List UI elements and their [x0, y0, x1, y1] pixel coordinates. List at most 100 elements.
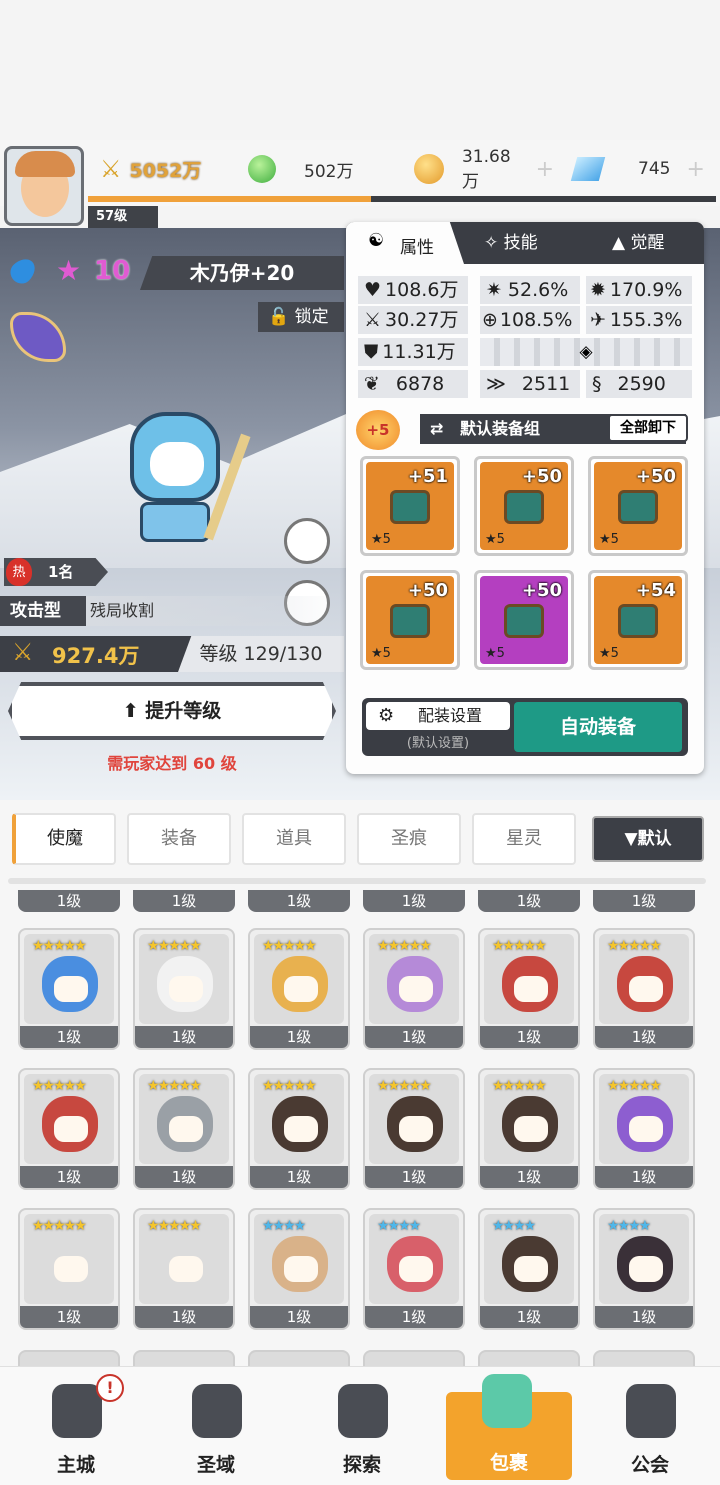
equip-level: +54	[635, 580, 676, 601]
coin2-display[interactable]: 31.68万 +	[414, 147, 554, 192]
nav-guild-helmet[interactable]: 公会	[590, 1370, 710, 1480]
card-level: 1级	[135, 1026, 233, 1048]
pet-card[interactable]: ★★★★★ 1级	[133, 1208, 235, 1330]
crystal-gem-icon	[570, 157, 606, 181]
pet-stars: ★★★★★	[607, 938, 662, 954]
category-tab[interactable]: 道具	[242, 813, 346, 865]
pet-card[interactable]: ★★★★★ 1级	[133, 1068, 235, 1190]
pet-card[interactable]: ★★★★★ 1级	[18, 1068, 120, 1190]
tab-skills[interactable]: ✧ 技能	[484, 222, 538, 264]
pet-card[interactable]: ★★★★★ 1级	[133, 928, 235, 1050]
pet-card[interactable]: ★★★★★ 1级	[18, 1208, 120, 1330]
pet-card[interactable]: ★★★★ 1级	[248, 1208, 350, 1330]
gear-burst-icon: ✹	[590, 279, 606, 301]
bird-icon: ✈	[590, 309, 606, 331]
pet-card[interactable]: ★★★★ 1级	[363, 1208, 465, 1330]
hero-name: 木乃伊+20	[140, 256, 344, 290]
equip-slot[interactable]: +50 ★5	[474, 570, 574, 670]
nav-label: 公会	[630, 1454, 669, 1476]
pet-card-partial[interactable]	[133, 1350, 235, 1366]
pet-card[interactable]: ★★★★★ 1级	[363, 928, 465, 1050]
loadout-settings-button[interactable]: ⚙ 配装设置	[366, 702, 510, 730]
gem-display[interactable]: 745 +	[570, 148, 714, 190]
pet-portrait: ★★★★★	[254, 934, 344, 1024]
equip-level: +50	[521, 580, 562, 601]
gear-piece-icon	[390, 490, 430, 524]
pet-stars: ★★★★★	[492, 938, 547, 954]
category-tab[interactable]: 星灵	[472, 813, 576, 865]
panel-tabs: ☯ 属性 ✧ 技能 ▲ 觉醒	[346, 222, 704, 264]
attribute-icon: ☯	[368, 230, 385, 251]
equip-slot[interactable]: +50 ★5	[360, 570, 460, 670]
pet-stars: ★★★★★	[262, 938, 317, 954]
add-coin-icon[interactable]: +	[536, 157, 554, 182]
pet-card[interactable]: ★★★★★ 1级	[18, 928, 120, 1050]
equip-slot[interactable]: +54 ★5	[588, 570, 688, 670]
pet-eyes-icon	[514, 1256, 548, 1282]
card-level: 1级	[365, 1026, 463, 1048]
pet-card[interactable]: ★★★★★ 1级	[248, 928, 350, 1050]
tab-attributes[interactable]: ☯ 属性	[346, 222, 464, 264]
auto-equip-button[interactable]: 自动装备	[514, 702, 682, 752]
player-avatar[interactable]	[4, 146, 84, 226]
inventory-scrollbar[interactable]	[8, 878, 706, 884]
equip-stars: ★5	[371, 646, 391, 661]
pet-eyes-icon	[629, 1116, 663, 1142]
pet-card-partial[interactable]	[363, 1350, 465, 1366]
equip-item-icon: +50 ★5	[366, 576, 454, 664]
pet-card-partial[interactable]	[478, 1350, 580, 1366]
add-gem-icon[interactable]: +	[686, 157, 704, 182]
hot-rank-value: 1名	[48, 563, 74, 581]
equip-set-label: 默认装备组	[460, 419, 541, 438]
equip-slot[interactable]: +50 ★5	[474, 456, 574, 556]
nav-sword-stone[interactable]: 探索	[302, 1370, 422, 1480]
gear-piece-icon	[618, 604, 658, 638]
card-level: 1级	[250, 1306, 348, 1328]
lock-button[interactable]: 🔓 锁定	[258, 302, 344, 332]
pet-card[interactable]: ★★★★ 1级	[478, 1208, 580, 1330]
gear-piece-icon	[618, 490, 658, 524]
pet-card-partial[interactable]	[18, 1350, 120, 1366]
sort-default-button[interactable]: ▼默认	[592, 816, 704, 862]
xp-bar-fill	[88, 196, 371, 202]
pet-card[interactable]: ★★★★★ 1级	[593, 928, 695, 1050]
stat-crit: ✷ 52.6%	[480, 276, 580, 304]
category-tab[interactable]: 装备	[127, 813, 231, 865]
equip-slot[interactable]: +50 ★5	[588, 456, 688, 556]
card-level: 1级	[478, 890, 580, 912]
pet-card-partial[interactable]	[248, 1350, 350, 1366]
equip-slot[interactable]: +51 ★5	[360, 456, 460, 556]
pet-portrait: ★★★★★	[24, 1074, 114, 1164]
bag-icon	[482, 1374, 532, 1428]
unequip-all-button[interactable]: 全部卸下	[608, 414, 688, 442]
hero-detail-panel: ☯ 属性 ✧ 技能 ▲ 觉醒 ♥ 108.6万 ✷ 52.6% ✹ 170.9% ⚔ 3…	[346, 222, 704, 774]
pet-card[interactable]: ★★★★★ 1级	[478, 928, 580, 1050]
upgrade-level-button[interactable]: ⬆ 提升等级	[8, 682, 336, 740]
pet-card[interactable]: ★★★★★ 1级	[478, 1068, 580, 1190]
stat-atk-value: 30.27万	[385, 309, 459, 331]
pet-portrait: ★★★★★	[369, 934, 459, 1024]
pet-card[interactable]: ★★★★ 1级	[593, 1208, 695, 1330]
stat-hit-value: 108.5%	[499, 309, 573, 331]
pet-card[interactable]: ★★★★★ 1级	[593, 1068, 695, 1190]
pet-card[interactable]: ★★★★★ 1级	[363, 1068, 465, 1190]
burst-icon: ✷	[486, 279, 502, 301]
skin-toggle-icon[interactable]	[284, 518, 330, 564]
pet-card[interactable]: ★★★★★ 1级	[248, 1068, 350, 1190]
stat-resist: ❦ 6878	[358, 370, 468, 398]
pet-stars: ★★★★	[492, 1218, 536, 1234]
category-tab[interactable]: 使魔	[12, 813, 116, 865]
nav-vortex[interactable]: 圣域	[156, 1370, 276, 1480]
card-level: 1级	[480, 1306, 578, 1328]
tab-skills-label: 技能	[503, 233, 538, 253]
xp-bar	[88, 196, 716, 202]
nav-bag[interactable]: 包裹	[446, 1374, 572, 1480]
tab-awaken[interactable]: ▲ 觉醒	[612, 222, 664, 264]
pet-card-partial[interactable]	[593, 1350, 695, 1366]
card-level: 1级	[363, 890, 465, 912]
category-tab[interactable]: 圣痕	[357, 813, 461, 865]
stat-tenacity-value: 2590	[617, 373, 666, 395]
equip-bonus-badge[interactable]: +5	[356, 410, 400, 450]
arrow-up-icon: ⬆	[122, 700, 139, 722]
pet-eyes-icon	[54, 976, 88, 1002]
